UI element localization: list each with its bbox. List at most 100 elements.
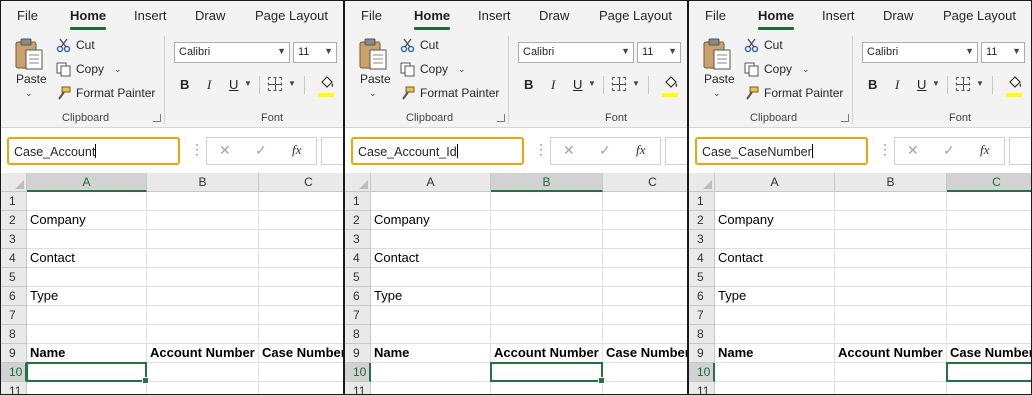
dialog-launcher-icon[interactable]: [841, 114, 849, 122]
tab-home[interactable]: Home: [414, 8, 451, 30]
chevron-down-icon[interactable]: ⌄: [458, 64, 466, 75]
row-header-3[interactable]: 3: [0, 230, 27, 249]
cell-b10[interactable]: [147, 363, 259, 382]
row-header-1[interactable]: 1: [0, 192, 27, 211]
row-header-10[interactable]: 10: [344, 363, 371, 382]
cell-b8[interactable]: [835, 325, 947, 344]
cell-b9[interactable]: Account Number: [491, 344, 603, 363]
row-header-11[interactable]: 11: [0, 382, 27, 395]
format-painter-button[interactable]: Format Painter: [56, 84, 155, 102]
column-header-a[interactable]: A: [715, 173, 835, 192]
tab-draw[interactable]: Draw: [195, 8, 225, 23]
copy-button[interactable]: Copy ⌄: [744, 60, 810, 78]
select-all-corner[interactable]: [0, 173, 27, 192]
active-cell-selection[interactable]: [26, 362, 149, 384]
font-name-select[interactable]: Calibri ▼: [862, 42, 978, 63]
cell-c8[interactable]: [947, 325, 1032, 344]
cell-c2[interactable]: [947, 211, 1032, 230]
formula-input[interactable]: [321, 137, 344, 165]
cell-b4[interactable]: [835, 249, 947, 268]
row-header-11[interactable]: 11: [344, 382, 371, 395]
bold-button[interactable]: B: [180, 77, 189, 92]
row-header-6[interactable]: 6: [688, 287, 715, 306]
select-all-corner[interactable]: [344, 173, 371, 192]
cell-b6[interactable]: [835, 287, 947, 306]
more-options-icon[interactable]: ⋮: [534, 142, 548, 156]
cell-b4[interactable]: [147, 249, 259, 268]
cut-button[interactable]: Cut: [744, 36, 783, 54]
cell-a3[interactable]: [371, 230, 491, 249]
font-name-select[interactable]: Calibri ▼: [174, 42, 290, 63]
cell-b3[interactable]: [835, 230, 947, 249]
cell-c8[interactable]: [603, 325, 688, 344]
cell-a9[interactable]: Name: [715, 344, 835, 363]
row-header-3[interactable]: 3: [688, 230, 715, 249]
cell-c11[interactable]: [947, 382, 1032, 395]
cell-c6[interactable]: [259, 287, 344, 306]
formula-input[interactable]: [665, 137, 688, 165]
cell-c11[interactable]: [259, 382, 344, 395]
more-options-icon[interactable]: ⋮: [878, 142, 892, 156]
name-box[interactable]: Case_Account_Id: [351, 137, 524, 165]
row-header-7[interactable]: 7: [0, 306, 27, 325]
chevron-down-icon[interactable]: ▼: [588, 79, 596, 88]
italic-button[interactable]: I: [895, 77, 899, 93]
underline-button[interactable]: U: [917, 77, 926, 92]
cell-a6[interactable]: Type: [371, 287, 491, 306]
tab-home[interactable]: Home: [70, 8, 107, 30]
fill-color-icon[interactable]: [663, 74, 679, 92]
row-header-4[interactable]: 4: [0, 249, 27, 268]
underline-button[interactable]: U: [229, 77, 238, 92]
column-header-a[interactable]: A: [27, 173, 147, 192]
row-header-1[interactable]: 1: [688, 192, 715, 211]
cell-a6[interactable]: Type: [27, 287, 147, 306]
cell-a11[interactable]: [27, 382, 147, 395]
cell-b1[interactable]: [147, 192, 259, 211]
cell-a11[interactable]: [715, 382, 835, 395]
cell-a1[interactable]: [715, 192, 835, 211]
cell-a8[interactable]: [371, 325, 491, 344]
cell-a2[interactable]: Company: [27, 211, 147, 230]
cell-a8[interactable]: [715, 325, 835, 344]
cell-a5[interactable]: [27, 268, 147, 287]
row-header-2[interactable]: 2: [0, 211, 27, 230]
row-header-6[interactable]: 6: [0, 287, 27, 306]
cell-b11[interactable]: [491, 382, 603, 395]
tab-file[interactable]: File: [17, 8, 38, 23]
cell-b9[interactable]: Account Number: [835, 344, 947, 363]
font-size-select[interactable]: 11 ▼: [293, 42, 337, 63]
cell-c5[interactable]: [603, 268, 688, 287]
formula-input[interactable]: [1009, 137, 1032, 165]
row-header-5[interactable]: 5: [0, 268, 27, 287]
borders-icon[interactable]: [268, 77, 282, 91]
cell-c1[interactable]: [259, 192, 344, 211]
fill-color-icon[interactable]: [1007, 74, 1023, 92]
chevron-down-icon[interactable]: ▼: [288, 79, 296, 88]
enter-check-icon[interactable]: ✓: [599, 142, 611, 159]
row-header-4[interactable]: 4: [688, 249, 715, 268]
cancel-icon[interactable]: ✕: [907, 142, 919, 159]
cell-a4[interactable]: Contact: [715, 249, 835, 268]
cell-c7[interactable]: [603, 306, 688, 325]
cell-c3[interactable]: [947, 230, 1032, 249]
chevron-down-icon[interactable]: ⌄: [713, 88, 721, 99]
cell-c5[interactable]: [947, 268, 1032, 287]
row-header-7[interactable]: 7: [344, 306, 371, 325]
cell-c3[interactable]: [259, 230, 344, 249]
cell-c5[interactable]: [259, 268, 344, 287]
cell-b2[interactable]: [147, 211, 259, 230]
cell-b10[interactable]: [835, 363, 947, 382]
cell-c8[interactable]: [259, 325, 344, 344]
tab-draw[interactable]: Draw: [539, 8, 569, 23]
cell-b9[interactable]: Account Number: [147, 344, 259, 363]
row-header-10[interactable]: 10: [0, 363, 27, 382]
chevron-down-icon[interactable]: ⌄: [25, 88, 33, 99]
format-painter-button[interactable]: Format Painter: [744, 84, 843, 102]
cut-button[interactable]: Cut: [400, 36, 439, 54]
cell-a7[interactable]: [371, 306, 491, 325]
cell-c2[interactable]: [603, 211, 688, 230]
enter-check-icon[interactable]: ✓: [255, 142, 267, 159]
cell-c2[interactable]: [259, 211, 344, 230]
cell-c6[interactable]: [947, 287, 1032, 306]
cell-a7[interactable]: [27, 306, 147, 325]
